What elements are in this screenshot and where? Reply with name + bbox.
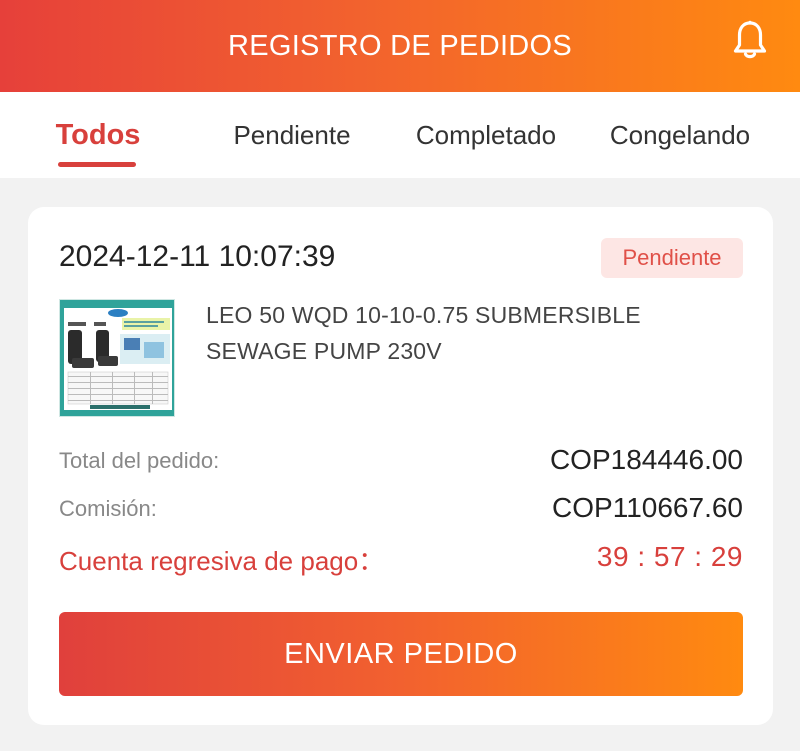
order-card: 2024-12-11 10:07:39 Pendiente LEO 50 WQD… <box>28 207 773 725</box>
tab-completado[interactable]: Completado <box>398 92 574 178</box>
submit-order-button[interactable]: ENVIAR PEDIDO <box>59 612 743 696</box>
order-status-tabs: Todos Pendiente Completado Congelando <box>0 92 800 178</box>
total-label: Total del pedido: <box>59 448 220 473</box>
countdown-label: Cuenta regresiva de pago： <box>59 546 385 576</box>
tab-congelando[interactable]: Congelando <box>594 92 766 178</box>
total-value: COP184446.00 <box>549 444 743 475</box>
countdown-timer: 39 : 57 : 29 <box>596 541 743 572</box>
commission-label: Comisión: <box>59 496 157 521</box>
page-title: REGISTRO DE PEDIDOS <box>227 29 573 62</box>
active-tab-indicator <box>58 162 136 167</box>
product-name: LEO 50 WQD 10-10-0.75 SUBMERSIBLE SEWAGE… <box>206 302 641 364</box>
status-badge: Pendiente <box>601 238 743 278</box>
order-date: 2024-12-11 10:07:39 <box>59 240 336 273</box>
app-header: REGISTRO DE PEDIDOS <box>0 0 800 92</box>
commission-value: COP110667.60 <box>552 492 743 523</box>
product-image[interactable] <box>59 299 175 417</box>
tab-pendiente[interactable]: Pendiente <box>212 92 372 178</box>
bell-icon[interactable] <box>732 20 768 60</box>
